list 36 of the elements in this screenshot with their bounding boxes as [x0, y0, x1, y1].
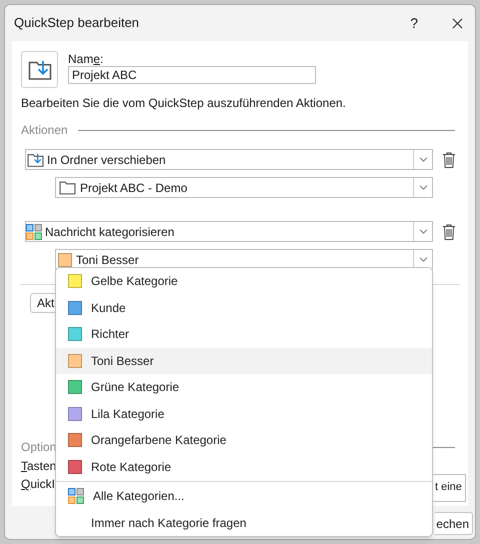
trash-icon[interactable]: [443, 224, 455, 240]
category-grid-icon: [68, 488, 84, 504]
close-icon[interactable]: [452, 18, 463, 28]
option-dropdown[interactable]: Projekt ABC - Demo: [55, 177, 433, 198]
category-menu-item[interactable]: Kunde: [56, 294, 432, 321]
chevron-down-icon: [418, 257, 428, 262]
action-dropdown[interactable]: In Ordner verschieben: [25, 149, 433, 170]
chevron-down-icon: [418, 185, 428, 190]
shortcut-label: Tasten: [21, 458, 56, 474]
name-field[interactable]: Projekt ABC: [68, 66, 316, 84]
category-menu-item[interactable]: Toni Besser: [56, 348, 432, 374]
name-label: Name:: [68, 52, 104, 66]
description-text: Bearbeiten Sie die vom QuickStep auszuführenden Aktionen.: [21, 95, 347, 111]
category-menu-item[interactable]: Rote Kategorie: [56, 454, 432, 480]
category-grid-icon: [26, 224, 42, 240]
category-menu-item[interactable]: Richter: [56, 321, 432, 348]
category-menu-item[interactable]: Orangefarbene Kategorie: [56, 427, 432, 454]
help-button[interactable]: ?: [410, 12, 418, 34]
section-heading: Aktionen: [21, 122, 68, 139]
folder-arrow-icon: [28, 58, 52, 80]
tooltip-label: QuickI: [21, 476, 56, 492]
category-menu-item[interactable]: Lila Kategorie: [56, 400, 432, 427]
category-menu-item[interactable]: Grüne Kategorie: [56, 374, 432, 400]
chevron-down-icon: [418, 157, 428, 162]
category-menu-item[interactable]: Immer nach Kategorie fragen: [56, 510, 432, 536]
trash-icon[interactable]: [443, 152, 455, 168]
action-dropdown[interactable]: Nachricht kategorisieren: [25, 221, 433, 242]
section-heading: Option: [21, 439, 56, 456]
chevron-down-icon: [418, 229, 428, 234]
quickstep-icon-button[interactable]: [21, 51, 58, 88]
footer-button[interactable]: echen: [435, 512, 473, 535]
category-menu-item[interactable]: Gelbe Kategorie: [56, 268, 432, 294]
folder-arrow-icon: [27, 152, 44, 168]
folder-icon: [59, 180, 76, 195]
category-menu-item[interactable]: Alle Kategorien...: [56, 483, 432, 510]
window-title: QuickStep bearbeiten: [14, 14, 140, 32]
